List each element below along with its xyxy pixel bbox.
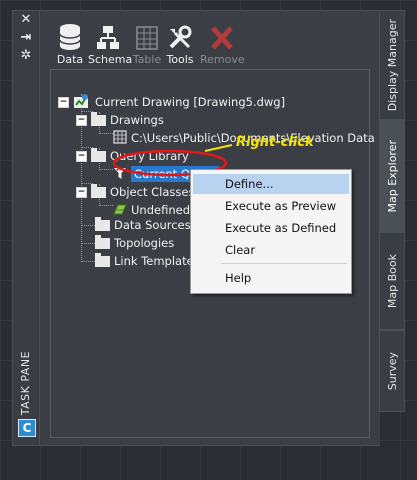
right-click-annotation: Right-click	[236, 135, 314, 150]
context-menu: Define... Execute as Preview Execute as …	[190, 169, 352, 294]
annotation-arrow-line	[204, 144, 233, 152]
menu-item-execute-preview[interactable]: Execute as Preview	[193, 196, 349, 216]
menu-separator	[221, 263, 347, 264]
menu-item-clear[interactable]: Clear	[193, 240, 349, 260]
menu-item-define[interactable]: Define...	[193, 174, 349, 194]
menu-item-help[interactable]: Help	[193, 268, 349, 288]
menu-item-execute-defined[interactable]: Execute as Defined	[193, 218, 349, 238]
